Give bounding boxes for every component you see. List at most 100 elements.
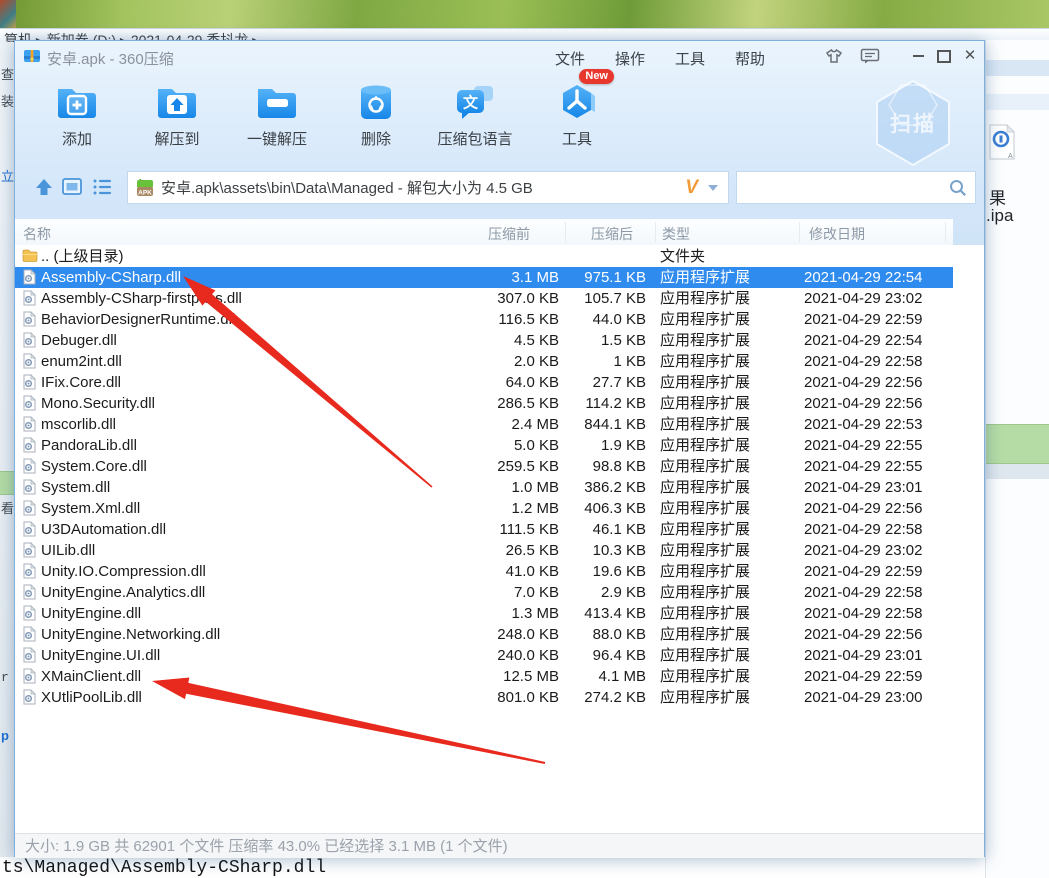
- file-name: enum2int.dll: [41, 351, 391, 372]
- new-badge: New: [579, 69, 614, 84]
- bg-fragment: r: [1, 670, 9, 685]
- table-row[interactable]: BehaviorDesignerRuntime.dll 116.5 KB 44.…: [15, 309, 953, 330]
- skin-icon[interactable]: [823, 47, 845, 65]
- file-name: UILib.dll: [41, 540, 391, 561]
- file-type: 应用程序扩展: [660, 645, 750, 666]
- table-row[interactable]: XMainClient.dll 12.5 MB 4.1 MB 应用程序扩展 20…: [15, 666, 953, 687]
- table-row[interactable]: System.Core.dll 259.5 KB 98.8 KB 应用程序扩展 …: [15, 456, 953, 477]
- modified-date: 2021-04-29 22:56: [804, 498, 922, 519]
- dll-file-icon: [22, 563, 37, 579]
- table-row[interactable]: UnityEngine.dll 1.3 MB 413.4 KB 应用程序扩展 2…: [15, 603, 953, 624]
- table-row[interactable]: .. (上级目录) 文件夹: [15, 246, 953, 267]
- list-view-icon[interactable]: [91, 177, 113, 197]
- file-name: UnityEngine.UI.dll: [41, 645, 391, 666]
- modified-date: 2021-04-29 22:55: [804, 456, 922, 477]
- table-row[interactable]: UILib.dll 26.5 KB 10.3 KB 应用程序扩展 2021-04…: [15, 540, 953, 561]
- table-row[interactable]: Mono.Security.dll 286.5 KB 114.2 KB 应用程序…: [15, 393, 953, 414]
- background-left-sliver: 查 装 立 看 r p: [0, 42, 14, 857]
- file-name: XMainClient.dll: [41, 666, 391, 687]
- table-row[interactable]: UnityEngine.Networking.dll 248.0 KB 88.0…: [15, 624, 953, 645]
- feedback-icon[interactable]: [859, 47, 881, 65]
- bg-band: [986, 464, 1049, 479]
- table-row[interactable]: Unity.IO.Compression.dll 41.0 KB 19.6 KB…: [15, 561, 953, 582]
- file-name: XUtliPoolLib.dll: [41, 687, 391, 708]
- one-click-extract-button[interactable]: 一键解压: [229, 77, 325, 149]
- close-button[interactable]: ✕: [959, 47, 981, 65]
- column-name[interactable]: 名称: [23, 224, 51, 244]
- scan-badge[interactable]: 扫描: [861, 79, 965, 169]
- view-mode-icon[interactable]: [61, 177, 83, 197]
- file-type: 应用程序扩展: [660, 456, 750, 477]
- menu-tools[interactable]: 工具: [675, 48, 709, 69]
- file-type: 应用程序扩展: [660, 267, 750, 288]
- file-type: 文件夹: [660, 246, 705, 267]
- search-input[interactable]: [737, 175, 949, 201]
- bg-fragment: 立: [1, 166, 14, 185]
- file-type: 应用程序扩展: [660, 540, 750, 561]
- address-bar[interactable]: APK 安卓.apk\assets\bin\Data\Managed - 解包大…: [127, 171, 729, 204]
- add-button[interactable]: 添加: [29, 77, 125, 149]
- table-row[interactable]: mscorlib.dll 2.4 MB 844.1 KB 应用程序扩展 2021…: [15, 414, 953, 435]
- file-type: 应用程序扩展: [660, 603, 750, 624]
- menu-help[interactable]: 帮助: [735, 48, 769, 69]
- file-type: 应用程序扩展: [660, 498, 750, 519]
- table-row[interactable]: Assembly-CSharp-firstpass.dll 307.0 KB 1…: [15, 288, 953, 309]
- table-row[interactable]: enum2int.dll 2.0 KB 1 KB 应用程序扩展 2021-04-…: [15, 351, 953, 372]
- table-row[interactable]: PandoraLib.dll 5.0 KB 1.9 KB 应用程序扩展 2021…: [15, 435, 953, 456]
- file-name: UnityEngine.dll: [41, 603, 391, 624]
- archive-language-button[interactable]: 文 压缩包语言: [420, 77, 530, 149]
- modified-date: 2021-04-29 22:55: [804, 435, 922, 456]
- search-icon[interactable]: [949, 179, 967, 197]
- delete-icon: [353, 81, 399, 123]
- table-row[interactable]: UnityEngine.UI.dll 240.0 KB 96.4 KB 应用程序…: [15, 645, 953, 666]
- file-type: 应用程序扩展: [660, 351, 750, 372]
- bg-selection-fragment: [0, 471, 14, 495]
- column-size-before[interactable]: 压缩前: [484, 224, 530, 244]
- file-name: Assembly-CSharp-firstpass.dll: [41, 288, 391, 309]
- titlebar[interactable]: 安卓.apk - 360压缩 文件 操作 工具 帮助 ✕: [15, 41, 984, 71]
- file-type: 应用程序扩展: [660, 666, 750, 687]
- modified-date: 2021-04-29 22:59: [804, 666, 922, 687]
- dll-file-icon: [22, 311, 37, 327]
- toolbar-label: 删除: [328, 128, 424, 149]
- maximize-button[interactable]: [933, 47, 955, 65]
- up-directory-icon[interactable]: [33, 177, 55, 197]
- menu-file[interactable]: 文件: [555, 48, 589, 69]
- modified-date: 2021-04-29 22:56: [804, 624, 922, 645]
- dll-file-icon: [22, 500, 37, 516]
- column-size-after[interactable]: 压缩后: [587, 224, 633, 244]
- column-type[interactable]: 类型: [662, 224, 690, 244]
- file-name: mscorlib.dll: [41, 414, 391, 435]
- tools-button[interactable]: New 工具: [532, 77, 622, 149]
- table-row[interactable]: UnityEngine.Analytics.dll 7.0 KB 2.9 KB …: [15, 582, 953, 603]
- background-console: ts\Managed\Assembly-CSharp.dll: [0, 857, 985, 878]
- delete-button[interactable]: 删除: [328, 77, 424, 149]
- table-row[interactable]: U3DAutomation.dll 111.5 KB 46.1 KB 应用程序扩…: [15, 519, 953, 540]
- table-row[interactable]: System.dll 1.0 MB 386.2 KB 应用程序扩展 2021-0…: [15, 477, 953, 498]
- file-type: 应用程序扩展: [660, 435, 750, 456]
- extract-to-button[interactable]: 解压到: [129, 77, 225, 149]
- address-dropdown-icon[interactable]: [708, 185, 718, 191]
- v-logo: V: [685, 177, 698, 199]
- dll-file-icon: [22, 269, 37, 285]
- table-row[interactable]: Assembly-CSharp.dll 3.1 MB 975.1 KB 应用程序…: [15, 267, 953, 288]
- file-type: 应用程序扩展: [660, 393, 750, 414]
- table-row[interactable]: Debuger.dll 4.5 KB 1.5 KB 应用程序扩展 2021-04…: [15, 330, 953, 351]
- minimize-button[interactable]: [907, 47, 929, 65]
- column-modified-date[interactable]: 修改日期: [809, 224, 865, 244]
- dll-file-icon: [22, 521, 37, 537]
- table-row[interactable]: System.Xml.dll 1.2 MB 406.3 KB 应用程序扩展 20…: [15, 498, 953, 519]
- size-after: 4.1 MB: [510, 666, 646, 687]
- bg-file-label: .ipa: [986, 206, 1013, 226]
- table-row[interactable]: XUtliPoolLib.dll 801.0 KB 274.2 KB 应用程序扩…: [15, 687, 953, 708]
- modified-date: 2021-04-29 22:56: [804, 372, 922, 393]
- file-type: 应用程序扩展: [660, 582, 750, 603]
- svg-text:A: A: [1008, 153, 1013, 160]
- svg-text:扫描: 扫描: [890, 113, 936, 136]
- dll-file-icon: [22, 374, 37, 390]
- modified-date: 2021-04-29 22:54: [804, 330, 922, 351]
- file-type: 应用程序扩展: [660, 414, 750, 435]
- menu-operation[interactable]: 操作: [615, 48, 649, 69]
- table-row[interactable]: IFix.Core.dll 64.0 KB 27.7 KB 应用程序扩展 202…: [15, 372, 953, 393]
- bg-fragment: 看: [1, 498, 14, 517]
